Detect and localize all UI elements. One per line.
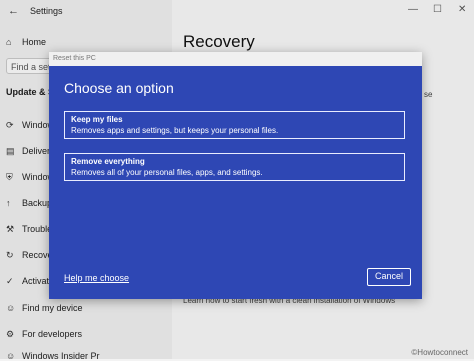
remove-everything-option[interactable]: Remove everything Removes all of your pe… (64, 153, 405, 181)
option-title: Remove everything (71, 157, 145, 166)
keep-my-files-option[interactable]: Keep my files Removes apps and settings,… (64, 111, 405, 139)
help-me-choose-link[interactable]: Help me choose (64, 273, 129, 283)
reset-dialog: Reset this PC Choose an option Keep my f… (49, 52, 422, 299)
dialog-title: Choose an option (64, 80, 174, 96)
dialog-caption: Reset this PC (49, 52, 422, 66)
option-title: Keep my files (71, 115, 123, 124)
option-description: Removes apps and settings, but keeps you… (71, 126, 279, 135)
option-description: Removes all of your personal files, apps… (71, 168, 263, 177)
cancel-button[interactable]: Cancel (367, 268, 411, 286)
watermark: ©Howtoconnect (411, 348, 468, 357)
